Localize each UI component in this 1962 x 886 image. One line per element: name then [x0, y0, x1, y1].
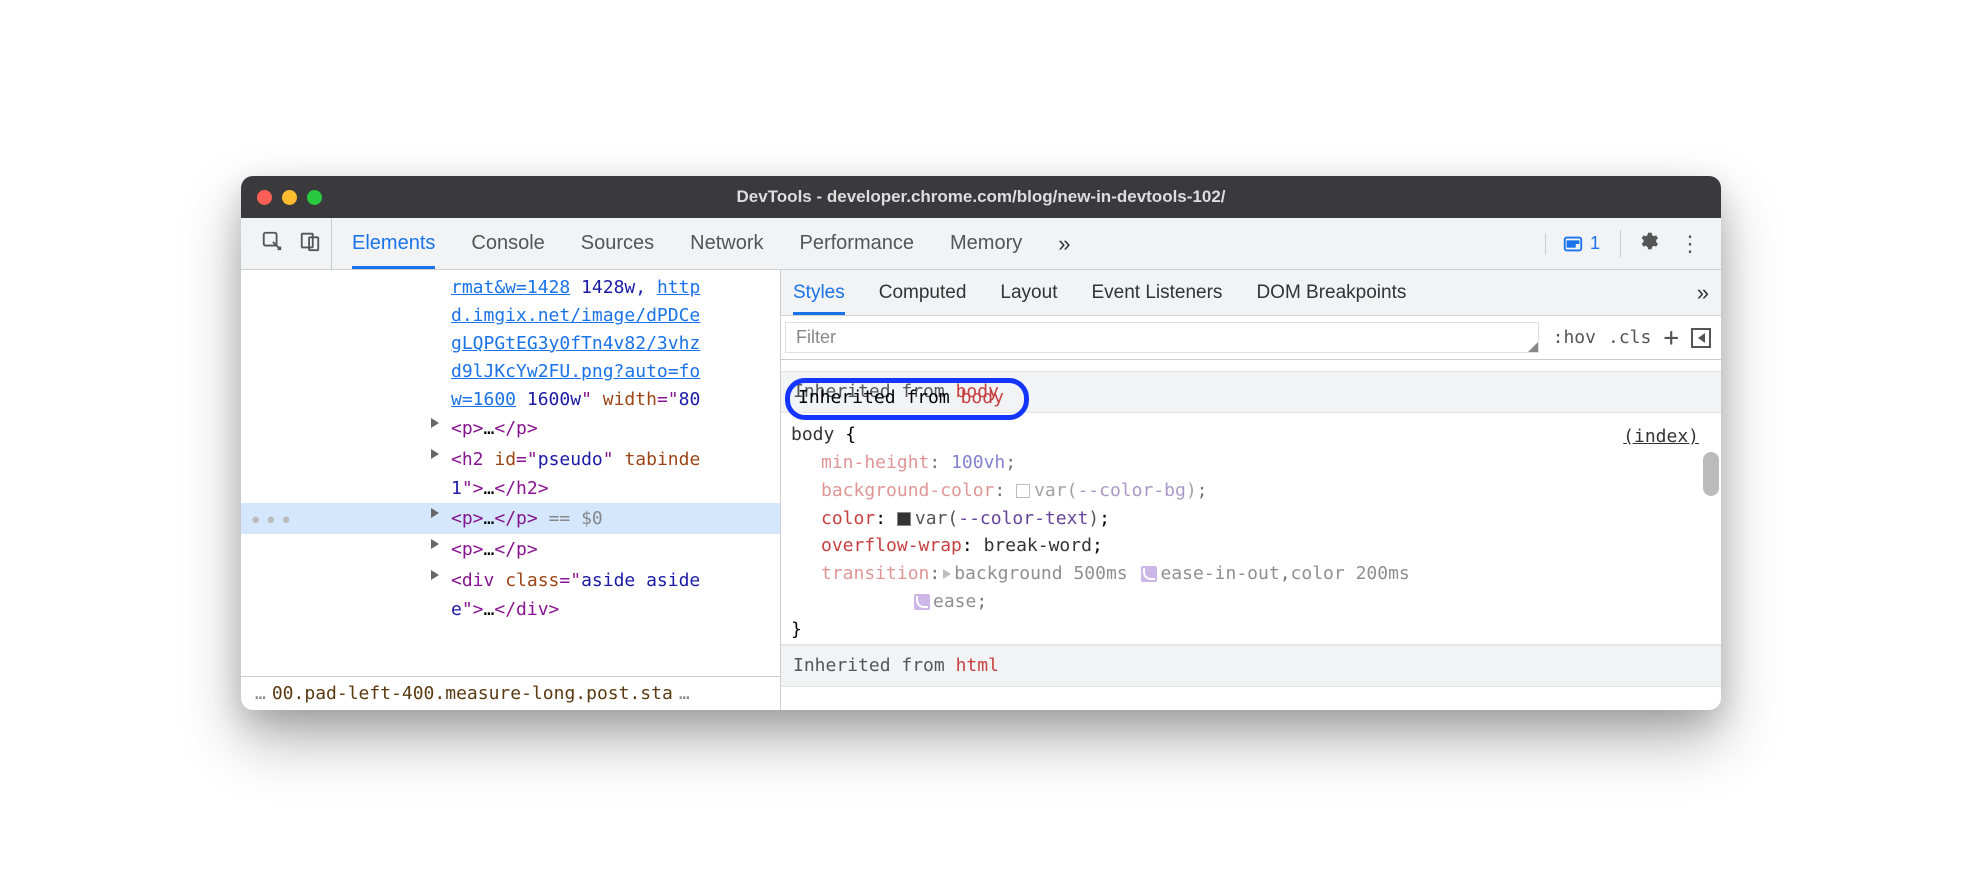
kebab-menu-icon[interactable]: ⋮	[1679, 231, 1701, 257]
expand-icon[interactable]	[431, 508, 439, 518]
subtab-event-listeners[interactable]: Event Listeners	[1091, 270, 1222, 315]
stylesheet-source-link[interactable]: (index)	[1623, 423, 1699, 451]
tab-network[interactable]: Network	[690, 218, 763, 269]
breadcrumb-path[interactable]: 00.pad-left-400.measure-long.post.sta	[272, 683, 673, 704]
window-controls	[257, 190, 322, 205]
main-toolbar: Elements Console Sources Network Perform…	[241, 218, 1721, 270]
dom-element[interactable]: <p>	[451, 418, 484, 439]
more-tabs-icon[interactable]: »	[1058, 231, 1070, 257]
selected-dom-node[interactable]: •••<p>…</p> == $0	[241, 503, 780, 534]
window-title: DevTools - developer.chrome.com/blog/new…	[736, 187, 1225, 207]
css-declaration[interactable]: overflow-wrap: break-word;	[791, 532, 1721, 560]
issues-badge[interactable]: 1	[1545, 233, 1600, 255]
console-reference: == $0	[549, 508, 603, 529]
resize-handle-icon[interactable]	[1528, 342, 1538, 352]
expand-icon[interactable]	[431, 539, 439, 549]
expand-shorthand-icon[interactable]	[943, 569, 951, 579]
zoom-window-button[interactable]	[307, 190, 322, 205]
expand-icon[interactable]	[431, 449, 439, 459]
color-swatch-icon[interactable]	[897, 512, 911, 526]
more-subtabs-icon[interactable]: »	[1697, 280, 1709, 306]
tab-performance[interactable]: Performance	[800, 218, 915, 269]
devtools-window: DevTools - developer.chrome.com/blog/new…	[241, 176, 1721, 710]
cls-toggle[interactable]: .cls	[1608, 327, 1651, 348]
inherited-from-header[interactable]: Inherited from html	[781, 645, 1721, 687]
styles-rules[interactable]: Inherited from body Inherited from body …	[781, 372, 1721, 710]
inspect-icon[interactable]	[261, 230, 283, 257]
css-declaration[interactable]: background-color: var(--color-bg);	[791, 477, 1721, 505]
subtab-styles[interactable]: Styles	[793, 270, 845, 315]
breadcrumb[interactable]: … 00.pad-left-400.measure-long.post.sta …	[241, 676, 780, 710]
subtab-dom-breakpoints[interactable]: DOM Breakpoints	[1256, 270, 1406, 315]
annotation-highlight: Inherited from body	[785, 378, 1029, 420]
dom-tree[interactable]: rmat&w=1428 1428w, http d.imgix.net/imag…	[241, 270, 780, 676]
bezier-editor-icon[interactable]	[914, 594, 930, 610]
issues-count: 1	[1590, 233, 1600, 254]
css-declaration[interactable]: min-height: 100vh;	[791, 449, 1721, 477]
css-declaration[interactable]: transition:background 500ms ease-in-out,…	[791, 560, 1721, 588]
hov-toggle[interactable]: :hov	[1553, 327, 1596, 348]
styles-filter-input[interactable]: Filter	[785, 322, 1539, 353]
rule-selector[interactable]: body	[791, 424, 834, 445]
breadcrumb-scroll-right[interactable]: …	[679, 683, 690, 704]
titlebar: DevTools - developer.chrome.com/blog/new…	[241, 176, 1721, 218]
css-declaration[interactable]: color: var(--color-text);	[791, 505, 1721, 533]
tab-elements[interactable]: Elements	[352, 218, 435, 269]
settings-icon[interactable]	[1620, 230, 1659, 257]
tab-console[interactable]: Console	[471, 218, 544, 269]
close-window-button[interactable]	[257, 190, 272, 205]
dom-element[interactable]: <p>	[451, 539, 484, 560]
dom-tree-panel: rmat&w=1428 1428w, http d.imgix.net/imag…	[241, 270, 781, 710]
color-swatch-icon[interactable]	[1016, 484, 1030, 498]
dom-element[interactable]: <div	[451, 570, 505, 591]
device-toolbar-icon[interactable]	[299, 230, 321, 257]
new-style-rule-icon[interactable]: +	[1663, 323, 1679, 353]
expand-icon[interactable]	[431, 570, 439, 580]
styles-panel: Styles Computed Layout Event Listeners D…	[781, 270, 1721, 710]
tab-memory[interactable]: Memory	[950, 218, 1022, 269]
bezier-editor-icon[interactable]	[1141, 566, 1157, 582]
dom-element[interactable]: <h2	[451, 449, 494, 470]
tab-sources[interactable]: Sources	[581, 218, 654, 269]
subtab-computed[interactable]: Computed	[879, 270, 967, 315]
minimize-window-button[interactable]	[282, 190, 297, 205]
inherited-from-element[interactable]: html	[956, 655, 999, 676]
computed-sidebar-icon[interactable]	[1691, 328, 1711, 348]
breadcrumb-scroll-left[interactable]: …	[255, 683, 266, 704]
dom-text: rmat&w=1428	[451, 277, 570, 298]
subtab-layout[interactable]: Layout	[1000, 270, 1057, 315]
expand-icon[interactable]	[431, 418, 439, 428]
